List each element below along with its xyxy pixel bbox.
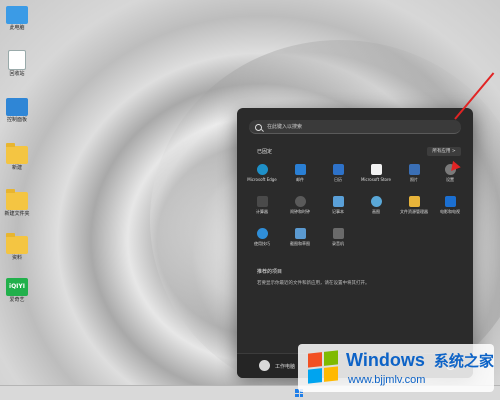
all-apps-button[interactable]: 所有应用 > xyxy=(427,147,461,156)
pinned-app-file-explorer[interactable]: 文件资源管理器 xyxy=(397,196,431,215)
pinned-app-notepad[interactable]: 记事本 xyxy=(321,196,355,215)
logo-pane xyxy=(324,366,338,382)
app-label: Microsoft Edge xyxy=(247,177,277,182)
user-name[interactable]: 工作电脑 xyxy=(275,363,295,370)
watermark-badge: Windows 系统之家 www.bjjmlv.com xyxy=(298,344,494,392)
desktop-icon-label: 爱奇艺 xyxy=(9,297,25,303)
pinned-app-paint[interactable]: 画图 xyxy=(359,196,393,215)
pinned-app-photos[interactable]: 照片 xyxy=(397,164,431,183)
start-logo-pane xyxy=(295,393,299,397)
logo-pane xyxy=(308,352,322,368)
store-icon xyxy=(370,164,382,175)
pinned-app-store[interactable]: Microsoft Store xyxy=(359,164,393,182)
app-label: 计算器 xyxy=(256,209,268,214)
clock-icon xyxy=(294,196,306,207)
start-menu: 在此键入以搜索 已固定 所有应用 > Microsoft Edge 邮件 日历 … xyxy=(237,108,473,378)
pinned-app-snipping[interactable]: 截图和草图 xyxy=(283,228,317,247)
desktop-icon-folder-new[interactable]: 新建 xyxy=(2,143,32,171)
app-label: 日历 xyxy=(334,177,342,182)
search-icon xyxy=(255,124,262,131)
avatar[interactable] xyxy=(259,360,270,371)
logo-pane xyxy=(324,350,338,366)
pinned-app-edge[interactable]: Microsoft Edge xyxy=(245,164,279,182)
app-label: 截图和草图 xyxy=(290,241,310,246)
watermark-title: Windows 系统之家 xyxy=(346,350,494,371)
pinned-app-calculator[interactable]: 计算器 xyxy=(245,196,279,215)
recommended-empty-text: 若要显示你最近的文件和新应用，请在设置中将其打开。 xyxy=(257,281,370,286)
folder-icon xyxy=(408,196,420,207)
pinned-section-title: 已固定 xyxy=(257,149,273,155)
pinned-app-alarms[interactable]: 闹钟和时钟 xyxy=(283,196,317,215)
start-logo-pane xyxy=(299,393,303,397)
folder-icon xyxy=(6,233,28,254)
pinned-app-tips[interactable]: 使用技巧 xyxy=(245,228,279,247)
app-label: 设置 xyxy=(446,177,454,182)
desktop-icon-folder-new-folder[interactable]: 新建文件夹 xyxy=(2,189,32,217)
calendar-icon xyxy=(332,164,344,175)
watermark-subtitle: 系统之家 xyxy=(433,353,494,370)
desktop-icon-recycle-bin[interactable]: 回收站 xyxy=(2,50,32,77)
app-label: 录音机 xyxy=(332,241,344,246)
snipping-icon xyxy=(294,228,306,239)
pinned-app-calendar[interactable]: 日历 xyxy=(321,164,355,183)
tips-icon xyxy=(256,228,268,239)
desktop-icon-label: 新建 xyxy=(11,165,22,171)
app-label: 电影和电视 xyxy=(440,209,460,214)
desktop-icon-label: 控制面板 xyxy=(6,117,27,123)
edge-icon xyxy=(256,164,268,175)
desktop-icon-label: 资料 xyxy=(11,255,22,261)
app-label: 记事本 xyxy=(332,209,344,214)
folder-icon xyxy=(6,189,28,210)
app-label: 画图 xyxy=(372,209,380,214)
desktop-icon-folder-data[interactable]: 资料 xyxy=(2,233,32,261)
recycle-bin-icon xyxy=(8,50,26,70)
watermark-url: www.bjjmlv.com xyxy=(348,374,426,386)
microphone-icon xyxy=(332,228,344,239)
app-label: 闹钟和时钟 xyxy=(290,209,310,214)
pinned-app-mail[interactable]: 邮件 xyxy=(283,164,317,183)
app-label: 文件资源管理器 xyxy=(400,209,428,214)
desktop-icon-label: 新建文件夹 xyxy=(4,211,30,217)
desktop-icon-computer[interactable]: 此电脑 xyxy=(2,6,32,31)
desktop-icon-iqiyi[interactable]: iQIYI 爱奇艺 xyxy=(2,278,32,303)
pinned-app-recorder[interactable]: 录音机 xyxy=(321,228,355,247)
paint-icon xyxy=(370,196,382,207)
app-label: 邮件 xyxy=(296,177,304,182)
desktop-icon-label: 此电脑 xyxy=(9,25,25,31)
notepad-icon xyxy=(332,196,344,207)
app-label: Microsoft Store xyxy=(360,177,392,182)
app-label: 照片 xyxy=(410,177,418,182)
watermark-title-text: Windows xyxy=(346,350,425,370)
iqiyi-icon: iQIYI xyxy=(6,278,28,296)
photos-icon xyxy=(408,164,420,175)
search-placeholder: 在此键入以搜索 xyxy=(267,124,303,130)
folder-icon xyxy=(6,143,28,164)
recommended-section-title: 推荐的项目 xyxy=(257,269,283,275)
movies-icon xyxy=(444,196,456,207)
desktop-icon-control-panel[interactable]: 控制面板 xyxy=(2,98,32,123)
logo-pane xyxy=(308,368,322,384)
calculator-icon xyxy=(256,196,268,207)
pinned-app-movies[interactable]: 电影和电视 xyxy=(433,196,467,215)
control-panel-icon xyxy=(6,98,28,116)
computer-icon xyxy=(6,6,28,24)
search-box[interactable]: 在此键入以搜索 xyxy=(249,120,461,134)
desktop-icon-label: 回收站 xyxy=(9,71,25,77)
app-label: 使用技巧 xyxy=(254,241,270,246)
mail-icon xyxy=(294,164,306,175)
windows-logo-icon xyxy=(308,350,338,384)
